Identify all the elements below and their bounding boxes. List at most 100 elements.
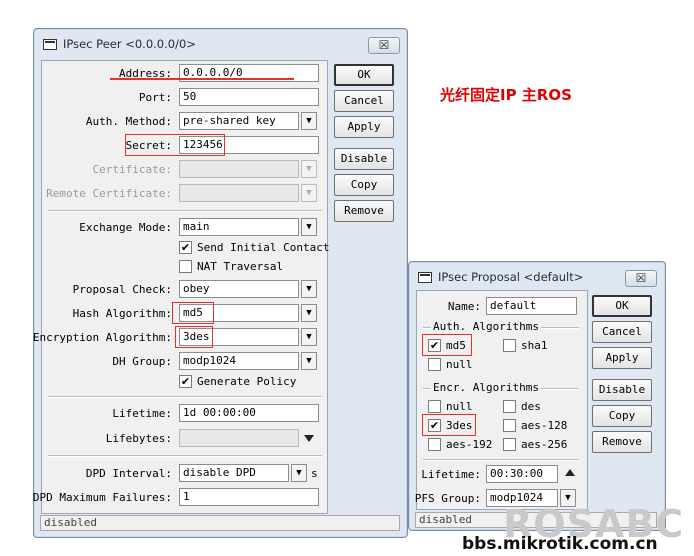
aes-128-label: aes-128 [521, 419, 568, 432]
watermark-site: bbs.mikrotik.com.cn [462, 534, 658, 554]
sha1-checkbox[interactable] [503, 339, 516, 352]
exchange-mode-dropdown-icon[interactable]: ▼ [301, 218, 317, 236]
dh-group-select[interactable]: modp1024 [179, 352, 299, 370]
proposal-check-select[interactable]: obey [179, 280, 299, 298]
dpd-interval-select[interactable]: disable DPD [179, 464, 289, 482]
auth-method-select[interactable]: pre-shared key [179, 112, 299, 130]
generate-policy-checkbox[interactable]: ✔ [179, 375, 192, 388]
copy-button[interactable]: Copy [592, 405, 652, 427]
send-initial-contact-checkbox[interactable]: ✔ [179, 241, 192, 254]
md5-highlight [422, 334, 472, 356]
close-button[interactable]: ☒ [625, 270, 657, 287]
apply-button[interactable]: Apply [334, 116, 394, 138]
lifebytes-field[interactable] [179, 429, 299, 447]
aes-128-checkbox[interactable] [503, 419, 516, 432]
ok-button[interactable]: OK [334, 64, 394, 86]
name-field[interactable]: default [486, 297, 577, 315]
encr-null-checkbox[interactable] [428, 400, 441, 413]
aes-256-label: aes-256 [521, 438, 568, 451]
proposal-check-dropdown-icon[interactable]: ▼ [301, 280, 317, 298]
encr-algorithms-group-label: Encr. Algorithms [431, 381, 541, 394]
hash-highlight [172, 302, 214, 324]
des-label: des [521, 400, 541, 413]
aes-192-label: aes-192 [446, 438, 493, 451]
remote-certificate-label: Remote Certificate: [46, 187, 172, 200]
address-underline-highlight [110, 78, 294, 80]
proposal-lifetime-field[interactable]: 00:30:00 [486, 465, 558, 483]
generate-policy-label: Generate Policy [197, 375, 297, 388]
apply-button[interactable]: Apply [592, 347, 652, 369]
sha1-label: sha1 [521, 339, 548, 352]
cancel-button[interactable]: Cancel [334, 90, 394, 112]
dh-group-label: DH Group: [112, 355, 172, 368]
remove-button[interactable]: Remove [592, 431, 652, 453]
dpd-max-failures-field[interactable]: 1 [179, 488, 319, 506]
separator [423, 459, 579, 461]
lifebytes-expand-icon[interactable] [304, 435, 314, 442]
remote-certificate-select[interactable] [179, 184, 299, 202]
window-icon [418, 272, 432, 283]
disable-button[interactable]: Disable [592, 379, 652, 401]
status-bar: disabled [40, 515, 400, 531]
secret-highlight [125, 134, 225, 156]
send-initial-contact-label: Send Initial Contact [197, 241, 330, 254]
nat-traversal-checkbox[interactable] [179, 260, 192, 273]
aes-256-checkbox[interactable] [503, 438, 516, 451]
aes-192-checkbox[interactable] [428, 438, 441, 451]
exchange-mode-select[interactable]: main [179, 218, 299, 236]
lifetime-field[interactable]: 1d 00:00:00 [179, 404, 319, 422]
ipsec-proposal-window: IPsec Proposal <default> ☒ Name: default… [408, 261, 666, 531]
encr-null-label: null [446, 400, 473, 413]
exchange-mode-label: Exchange Mode: [79, 221, 172, 234]
window-icon [43, 39, 57, 50]
lifebytes-label: Lifebytes: [105, 432, 172, 445]
hash-algorithm-label: Hash Algorithm: [72, 307, 172, 320]
lifetime-collapse-icon[interactable] [565, 469, 575, 476]
remote-certificate-dropdown-icon[interactable]: ▼ [301, 184, 317, 202]
lifetime-label: Lifetime: [112, 407, 172, 420]
proposal-check-label: Proposal Check: [72, 283, 172, 296]
cancel-button[interactable]: Cancel [592, 321, 652, 343]
dh-group-dropdown-icon[interactable]: ▼ [301, 352, 317, 370]
3des-highlight [422, 414, 476, 436]
proposal-form-panel: Name: default Auth. Algorithms ✔ md5 sha… [414, 290, 588, 510]
separator [48, 210, 322, 212]
hash-algorithm-dropdown-icon[interactable]: ▼ [301, 304, 317, 322]
proposal-titlebar: IPsec Proposal <default> ☒ [409, 262, 665, 290]
close-button[interactable]: ☒ [368, 37, 400, 54]
certificate-select[interactable] [179, 160, 299, 178]
peer-form-panel: Address: 0.0.0.0/0 Port: 50 Auth. Method… [33, 60, 330, 514]
proposal-lifetime-label: Lifetime: [421, 468, 481, 481]
nat-traversal-label: NAT Traversal [197, 260, 284, 273]
separator [48, 396, 322, 398]
remove-button[interactable]: Remove [334, 200, 394, 222]
port-field[interactable]: 50 [179, 88, 319, 106]
encryption-algorithm-dropdown-icon[interactable]: ▼ [301, 328, 317, 346]
dpd-interval-unit: s [311, 467, 318, 480]
peer-titlebar: IPsec Peer <0.0.0.0/0> ☒ [34, 29, 407, 57]
encryption-highlight [175, 326, 213, 348]
certificate-dropdown-icon[interactable]: ▼ [301, 160, 317, 178]
dpd-interval-label: DPD Interval: [85, 467, 172, 480]
des-checkbox[interactable] [503, 400, 516, 413]
annotation-text: 光纤固定IP 主ROS [440, 86, 572, 104]
name-label: Name: [447, 300, 481, 313]
proposal-window-title: IPsec Proposal <default> [438, 270, 584, 284]
separator [48, 455, 322, 457]
dpd-max-failures-label: DPD Maximum Failures: [32, 491, 172, 504]
auth-algorithms-group-label: Auth. Algorithms [431, 320, 541, 333]
auth-null-checkbox[interactable] [428, 358, 441, 371]
ipsec-peer-window: IPsec Peer <0.0.0.0/0> ☒ Address: 0.0.0.… [33, 28, 408, 538]
encryption-algorithm-label: Encryption Algorithm: [32, 331, 172, 344]
disable-button[interactable]: Disable [334, 148, 394, 170]
auth-method-label: Auth. Method: [85, 115, 172, 128]
ok-button[interactable]: OK [592, 295, 652, 317]
certificate-label: Certificate: [92, 163, 172, 176]
auth-null-label: null [446, 358, 473, 371]
port-label: Port: [138, 91, 172, 104]
peer-window-title: IPsec Peer <0.0.0.0/0> [63, 37, 196, 51]
dpd-interval-dropdown-icon[interactable]: ▼ [291, 464, 307, 482]
copy-button[interactable]: Copy [334, 174, 394, 196]
pfs-group-label: PFS Group: [414, 492, 481, 505]
auth-method-dropdown-icon[interactable]: ▼ [301, 112, 317, 130]
